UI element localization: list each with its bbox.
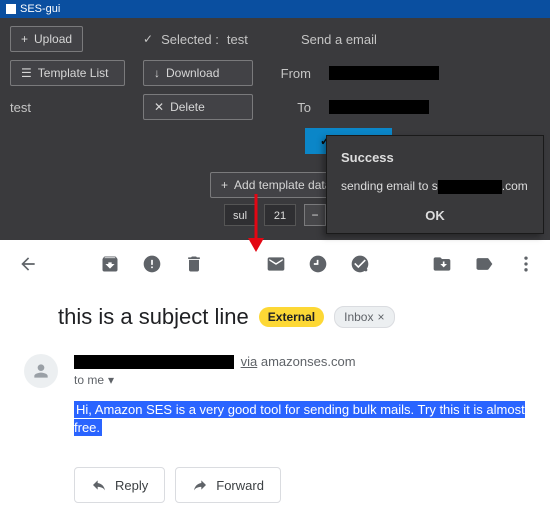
reply-label: Reply — [115, 478, 148, 493]
from-label: From — [271, 66, 311, 81]
move-to-icon[interactable] — [432, 254, 452, 274]
inbox-label-chip[interactable]: Inbox × — [334, 306, 394, 328]
snooze-icon[interactable] — [308, 254, 328, 274]
selected-label: Selected : — [161, 32, 219, 47]
download-button[interactable]: ↓ Download — [143, 60, 253, 86]
sender-redacted — [74, 355, 234, 369]
to-value-redacted — [329, 100, 429, 114]
check-icon: ✓ — [143, 32, 153, 46]
via-domain: amazonses.com — [261, 354, 356, 369]
to-me-text: to me — [74, 373, 104, 387]
upload-label: Upload — [34, 32, 72, 46]
email-subject: this is a subject line — [58, 304, 249, 330]
modal-msg-redacted — [438, 180, 502, 194]
label-icon[interactable] — [474, 254, 494, 274]
template-list-label: Template List — [38, 66, 109, 80]
sender-line: via amazonses.com — [74, 354, 534, 369]
archive-icon[interactable] — [100, 254, 120, 274]
spam-icon[interactable] — [142, 254, 162, 274]
date-day-input[interactable]: 21 — [264, 204, 296, 226]
window-titlebar: SES-gui — [0, 0, 550, 18]
add-task-icon[interactable] — [350, 254, 370, 274]
sidebar-item-test[interactable]: test — [10, 100, 31, 115]
window-title: SES-gui — [20, 3, 60, 15]
email-body-text: Hi, Amazon SES is a very good tool for s… — [74, 401, 525, 436]
chevron-down-icon: ▾ — [108, 373, 114, 387]
modal-msg-prefix: sending email to s — [341, 179, 438, 193]
add-template-label: Add template data — [234, 178, 331, 192]
download-icon: ↓ — [154, 66, 160, 80]
modal-msg-suffix: .com — [502, 179, 528, 193]
reply-icon — [91, 477, 107, 493]
success-modal: Success sending email to s .com OK — [326, 135, 544, 234]
plus-icon: + — [221, 178, 228, 192]
delete-icon[interactable] — [184, 254, 204, 274]
template-list-button[interactable]: ☰ Template List — [10, 60, 125, 86]
forward-icon — [192, 477, 208, 493]
send-email-header: Send a email — [301, 32, 377, 47]
download-label: Download — [166, 66, 219, 80]
plus-icon: + — [21, 32, 28, 46]
annotation-arrow-icon — [244, 192, 268, 254]
selected-indicator: ✓ Selected : test — [143, 32, 253, 47]
from-value-redacted — [329, 66, 439, 80]
external-badge: External — [259, 307, 324, 327]
remove-date-button[interactable]: − — [304, 204, 326, 226]
avatar — [24, 354, 58, 388]
list-icon: ☰ — [21, 66, 32, 80]
app-icon — [6, 4, 16, 14]
gmail-toolbar — [16, 254, 534, 292]
via-label: via — [241, 354, 258, 369]
delete-label: Delete — [170, 100, 205, 114]
add-template-data-button[interactable]: + Add template data — [210, 172, 342, 198]
selected-value: test — [227, 32, 248, 47]
modal-title: Success — [341, 150, 529, 165]
forward-button[interactable]: Forward — [175, 467, 281, 503]
recipient-dropdown[interactable]: to me ▾ — [74, 373, 534, 387]
back-icon[interactable] — [18, 254, 38, 274]
forward-label: Forward — [216, 478, 264, 493]
reply-button[interactable]: Reply — [74, 467, 165, 503]
modal-ok-button[interactable]: OK — [341, 208, 529, 223]
upload-button[interactable]: + Upload — [10, 26, 83, 52]
close-icon: ✕ — [154, 100, 164, 114]
to-label: To — [271, 100, 311, 115]
remove-label-icon[interactable]: × — [377, 310, 384, 324]
modal-message: sending email to s .com — [341, 179, 529, 194]
more-icon[interactable] — [516, 254, 536, 274]
inbox-label-text: Inbox — [344, 310, 373, 324]
mark-unread-icon[interactable] — [266, 254, 286, 274]
delete-button[interactable]: ✕ Delete — [143, 94, 253, 120]
